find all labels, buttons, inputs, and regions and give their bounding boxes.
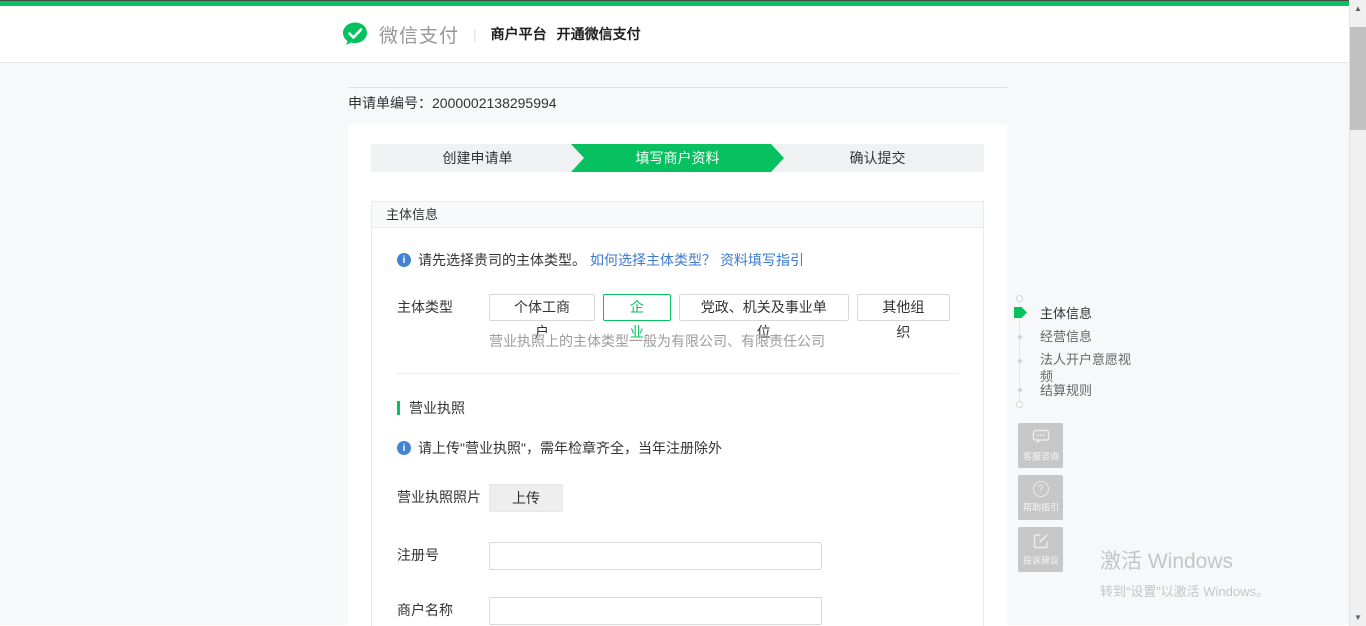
page-title: 开通微信支付: [557, 24, 641, 44]
separator-line: [348, 87, 1007, 88]
nav-item-legal-person-video[interactable]: 法人开户意愿视频: [1040, 351, 1134, 385]
business-license-section: 营业执照 i 请上传"营业执照"，需年检章齐全，当年注册除外 营业执照照片 上传…: [397, 373, 958, 626]
subject-type-notice: i 请先选择贵司的主体类型。 如何选择主体类型？ 资料填写指引: [397, 228, 958, 270]
registration-number-label: 注册号: [397, 542, 489, 569]
panel-body: i 请先选择贵司的主体类型。 如何选择主体类型？ 资料填写指引 主体类型 个体工…: [372, 228, 983, 626]
section-marker: [397, 401, 400, 415]
anchor-nav: 主体信息 经营信息 法人开户意愿视频 结算规则: [1016, 293, 1136, 413]
notice-text: 请上传"营业执照"，需年检章齐全，当年注册除外: [418, 438, 722, 458]
scroll-up-icon[interactable]: ▲: [1350, 0, 1366, 17]
subject-type-row: 主体类型 个体工商户 企业 党政、机关及事业单位 其他组织: [397, 294, 958, 321]
header-divider: |: [473, 26, 477, 42]
watermark-title: 激活 Windows: [1100, 545, 1269, 575]
step-label: 填写商户资料: [636, 148, 720, 168]
help-guide-button[interactable]: ? 帮助指引: [1018, 475, 1063, 520]
filling-guide-link[interactable]: 资料填写指引: [720, 250, 804, 270]
subject-info-panel: 主体信息 i 请先选择贵司的主体类型。 如何选择主体类型？ 资料填写指引 主体类…: [371, 201, 984, 626]
active-section-marker-icon: [1014, 307, 1027, 318]
step-create-application: 创建申请单: [371, 144, 584, 172]
license-title: 营业执照: [409, 398, 465, 418]
float-button-label: 客服咨询: [1023, 449, 1059, 463]
step-indicator: 创建申请单 填写商户资料 确认提交: [371, 144, 984, 172]
notice-text: 请先选择贵司的主体类型。: [418, 250, 586, 270]
application-number-value: 2000002138295994: [432, 95, 557, 111]
merchant-name-row: 商户名称: [397, 597, 958, 625]
edit-icon: [1033, 532, 1049, 550]
chat-bubble-icon: [1032, 428, 1050, 446]
feedback-button[interactable]: 投诉建议: [1018, 527, 1063, 572]
info-icon: i: [397, 253, 411, 267]
license-photo-row: 营业执照照片 上传: [397, 484, 958, 512]
customer-service-button[interactable]: 客服咨询: [1018, 423, 1063, 468]
scrollbar-thumb[interactable]: [1350, 27, 1366, 130]
type-option-enterprise[interactable]: 企业: [603, 294, 671, 321]
step-confirm-submit: 确认提交: [771, 144, 984, 172]
application-number-label: 申请单编号：: [348, 95, 432, 111]
scroll-down-icon[interactable]: ▼: [1350, 609, 1366, 626]
floating-toolbar: 客服咨询 ? 帮助指引 投诉建议: [1018, 423, 1063, 579]
float-button-label: 投诉建议: [1023, 553, 1059, 567]
type-option-individual[interactable]: 个体工商户: [489, 294, 595, 321]
site-header: 微信支付 | 商户平台 开通微信支付: [0, 6, 1366, 63]
float-button-label: 帮助指引: [1023, 500, 1059, 514]
page-background: 申请单编号：2000002138295994 创建申请单 填写商户资料 确认提交…: [0, 63, 1366, 625]
form-card: 创建申请单 填写商户资料 确认提交 主体信息 i 请先选择贵司的主体类型。 如何…: [348, 124, 1007, 626]
registration-number-row: 注册号: [397, 542, 958, 570]
info-icon: i: [397, 441, 411, 455]
merchant-name-label: 商户名称: [397, 597, 489, 624]
brand-name: 微信支付: [379, 21, 459, 48]
nav-item-settlement-rules[interactable]: 结算规则: [1040, 382, 1092, 399]
type-option-government[interactable]: 党政、机关及事业单位: [679, 294, 849, 321]
nav-dot: [1018, 359, 1022, 363]
nav-item-business-info[interactable]: 经营信息: [1040, 328, 1092, 345]
application-number: 申请单编号：2000002138295994: [348, 93, 557, 113]
windows-activation-watermark: 激活 Windows 转到“设置”以激活 Windows。: [1100, 545, 1269, 600]
question-icon: ?: [1033, 481, 1049, 497]
type-option-other[interactable]: 其他组织: [857, 294, 950, 321]
step-label: 创建申请单: [443, 148, 513, 168]
nav-start-circle: [1016, 295, 1023, 302]
registration-number-input[interactable]: [489, 542, 822, 570]
watermark-subtitle: 转到“设置”以激活 Windows。: [1100, 581, 1269, 600]
license-photo-label: 营业执照照片: [397, 484, 489, 511]
nav-item-subject-info[interactable]: 主体信息: [1040, 305, 1092, 322]
license-subtitle: 营业执照: [397, 374, 958, 418]
subject-type-label: 主体类型: [397, 294, 489, 321]
vertical-scrollbar[interactable]: ▲ ▼: [1349, 0, 1366, 626]
panel-title: 主体信息: [372, 202, 983, 228]
upload-button[interactable]: 上传: [489, 484, 563, 512]
subject-type-options: 个体工商户 企业 党政、机关及事业单位 其他组织: [489, 294, 958, 321]
nav-dot: [1018, 388, 1022, 392]
license-notice: i 请上传"营业执照"，需年检章齐全，当年注册除外: [397, 418, 958, 458]
nav-end-circle: [1016, 401, 1023, 408]
how-to-choose-link[interactable]: 如何选择主体类型？: [590, 250, 716, 270]
merchant-name-input[interactable]: [489, 597, 822, 625]
header-link-platform[interactable]: 商户平台: [491, 24, 547, 44]
subject-type-hint: 营业执照上的主体类型一般为有限公司、有限责任公司: [489, 331, 958, 351]
step-fill-merchant-info: 填写商户资料: [571, 144, 784, 172]
nav-dot: [1018, 335, 1022, 339]
wechat-pay-logo-icon: [340, 19, 370, 49]
step-label: 确认提交: [850, 148, 906, 168]
